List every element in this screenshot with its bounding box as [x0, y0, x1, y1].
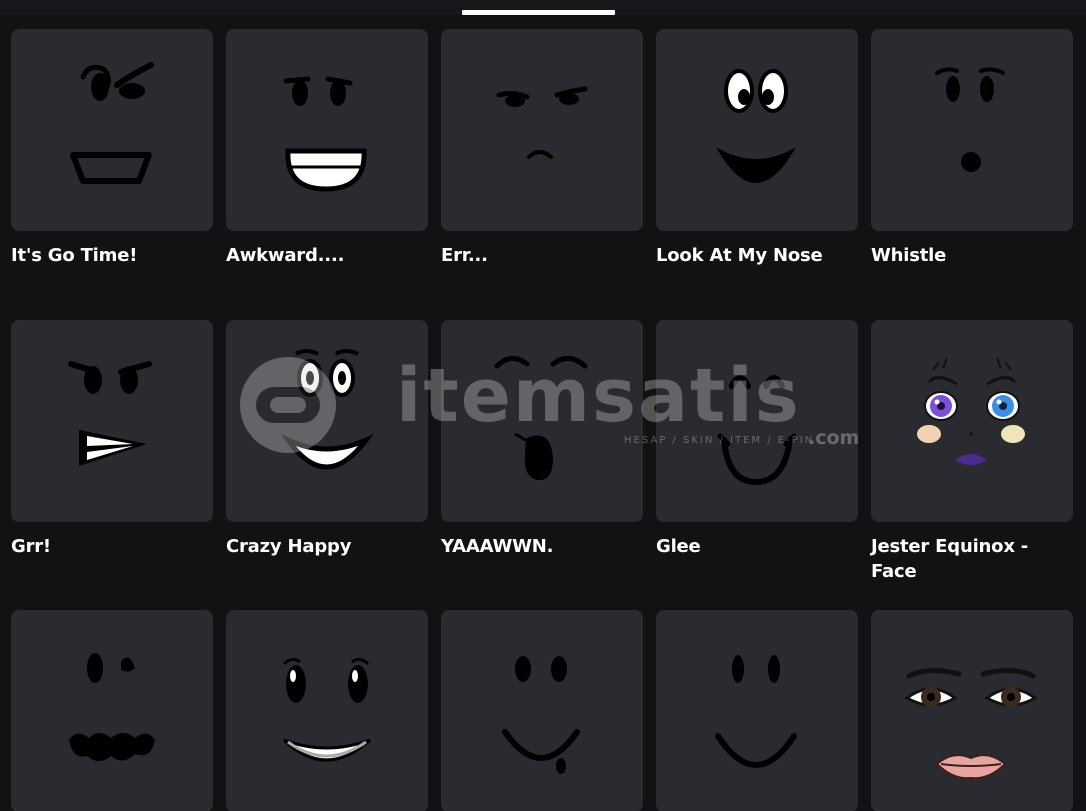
item-name[interactable]: YAAAWWN. [441, 534, 643, 559]
item-card[interactable]: Jester Equinox - Face [871, 320, 1073, 584]
item-card[interactable]: Grr! [11, 320, 213, 559]
item-card[interactable]: Awkward.... [226, 29, 428, 268]
item-card[interactable]: It's Go Time! [11, 29, 213, 268]
item-thumbnail[interactable] [656, 29, 858, 231]
item-card[interactable]: Whistle [871, 29, 1073, 268]
item-thumbnail[interactable] [11, 29, 213, 231]
item-card[interactable]: Look At My Nose [656, 29, 858, 268]
item-thumbnail[interactable] [226, 29, 428, 231]
item-name[interactable]: Awkward.... [226, 243, 428, 268]
go-time-face-icon [70, 62, 154, 184]
item-name[interactable]: Whistle [871, 243, 1073, 268]
item-thumbnail[interactable] [441, 320, 643, 522]
item-thumbnail[interactable] [656, 320, 858, 522]
item-thumbnail[interactable] [656, 610, 858, 811]
active-tab-indicator [462, 10, 615, 15]
item-thumbnail[interactable] [226, 610, 428, 811]
crazy-happy-face-icon [280, 349, 374, 470]
item-thumbnail[interactable] [441, 29, 643, 231]
item-card[interactable]: Crazy Happy [226, 320, 428, 559]
drool-smile-face-icon [502, 656, 580, 774]
item-thumbnail[interactable] [871, 320, 1073, 522]
item-card[interactable] [11, 610, 213, 811]
yawn-face-icon [494, 356, 588, 481]
grr-face-icon [68, 361, 152, 466]
awkward-face-icon [283, 76, 367, 192]
whistle-face-icon [935, 67, 1005, 172]
shiny-smile-face-icon [282, 657, 372, 762]
item-name[interactable]: Crazy Happy [226, 534, 428, 559]
item-name[interactable]: Jester Equinox - Face [871, 534, 1073, 584]
item-card[interactable]: Err... [441, 29, 643, 268]
item-thumbnail[interactable] [871, 29, 1073, 231]
item-card[interactable] [656, 610, 858, 811]
catalog-page: It's Go Time! Awkward.... Err... Look At… [0, 0, 1086, 811]
item-card[interactable] [871, 610, 1073, 811]
look-at-my-nose-face-icon [716, 69, 796, 183]
item-name[interactable]: It's Go Time! [11, 243, 213, 268]
item-name[interactable]: Err... [441, 243, 643, 268]
item-card[interactable]: YAAAWWN. [441, 320, 643, 559]
lipstick-face-icon [904, 668, 1038, 780]
item-card[interactable] [226, 610, 428, 811]
simple-smile-face-icon [715, 655, 797, 768]
item-name[interactable]: Glee [656, 534, 858, 559]
item-thumbnail[interactable] [11, 320, 213, 522]
item-name[interactable]: Look At My Nose [656, 243, 858, 268]
item-thumbnail[interactable] [441, 610, 643, 811]
item-card[interactable]: Glee [656, 320, 858, 559]
worried-face-icon [69, 653, 155, 761]
item-name[interactable]: Grr! [11, 534, 213, 559]
item-thumbnail[interactable] [11, 610, 213, 811]
item-card[interactable] [441, 610, 643, 811]
category-tab-bar [0, 0, 1086, 15]
item-thumbnail[interactable] [871, 610, 1073, 811]
item-thumbnail[interactable] [226, 320, 428, 522]
glee-face-icon [717, 375, 797, 486]
jester-equinox-face-icon [917, 357, 1025, 465]
err-face-icon [496, 86, 588, 159]
